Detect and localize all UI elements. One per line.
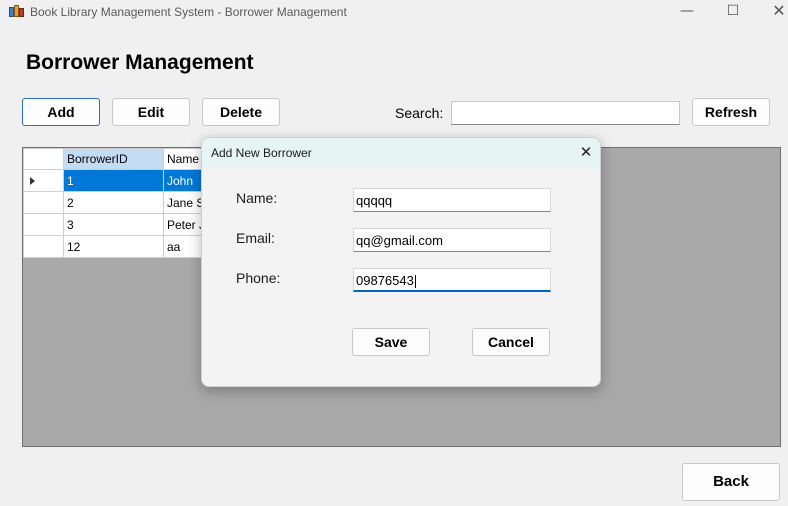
add-button[interactable]: Add — [22, 98, 100, 126]
delete-button[interactable]: Delete — [202, 98, 280, 126]
row-header[interactable] — [23, 169, 64, 192]
save-button[interactable]: Save — [352, 328, 430, 356]
phone-field[interactable]: 09876543 — [353, 268, 551, 292]
row-header-corner — [23, 148, 64, 170]
window-title: Book Library Management System - Borrowe… — [30, 5, 347, 19]
cancel-button[interactable]: Cancel — [472, 328, 550, 356]
phone-label: Phone: — [236, 270, 281, 286]
name-label: Name: — [236, 190, 278, 206]
column-header-borrowerid[interactable]: BorrowerID — [63, 148, 164, 170]
cell-borrower-id[interactable]: 2 — [63, 191, 164, 214]
dialog-close-icon[interactable]: ✕ — [574, 142, 598, 164]
cell-borrower-id[interactable]: 3 — [63, 213, 164, 236]
name-field[interactable]: qqqqq — [353, 188, 551, 212]
row-header[interactable] — [23, 213, 64, 236]
cell-borrower-id[interactable]: 12 — [63, 235, 164, 258]
search-label: Search: — [395, 105, 444, 121]
dialog-titlebar: Add New Borrower ✕ — [202, 138, 600, 168]
add-borrower-dialog: Add New Borrower ✕ Name: qqqqq Email: qq… — [201, 137, 601, 387]
maximize-icon[interactable]: ☐ — [710, 0, 756, 24]
back-button[interactable]: Back — [682, 463, 780, 501]
edit-button[interactable]: Edit — [112, 98, 190, 126]
cell-borrower-id[interactable]: 1 — [63, 169, 164, 192]
window-titlebar: Book Library Management System - Borrowe… — [0, 0, 788, 24]
page-title: Borrower Management — [26, 51, 254, 74]
row-header[interactable] — [23, 235, 64, 258]
close-window-icon[interactable]: ✕ — [756, 0, 788, 24]
dialog-title: Add New Borrower — [211, 146, 312, 160]
current-row-arrow-icon — [30, 176, 35, 185]
row-header[interactable] — [23, 191, 64, 214]
search-input[interactable] — [451, 101, 680, 125]
books-app-icon — [9, 5, 24, 19]
email-field[interactable]: qq@gmail.com — [353, 228, 551, 252]
email-label: Email: — [236, 230, 275, 246]
text-caret — [414, 275, 416, 289]
minimize-icon[interactable]: — — [664, 0, 710, 24]
refresh-button[interactable]: Refresh — [692, 98, 770, 126]
phone-value: 09876543 — [356, 273, 414, 288]
